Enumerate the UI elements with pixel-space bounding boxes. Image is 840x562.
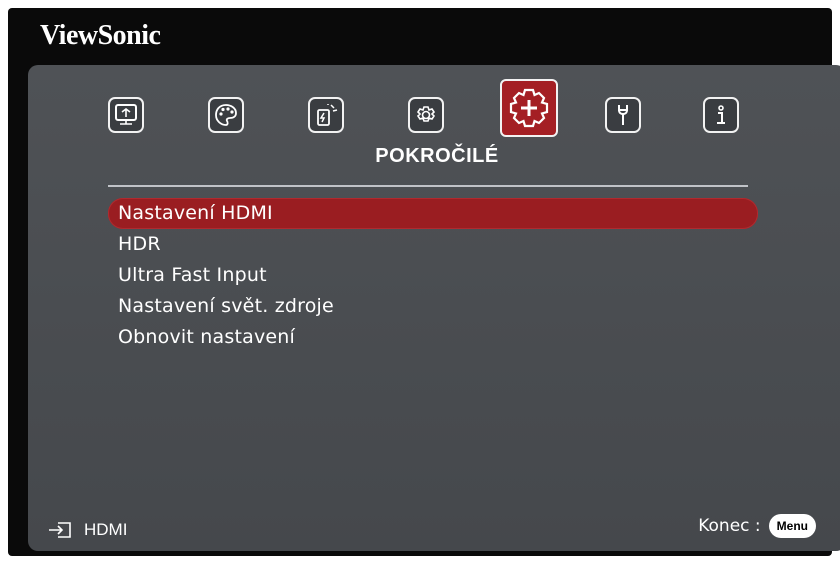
tab-basic[interactable] xyxy=(408,97,444,133)
tab-power[interactable] xyxy=(308,97,344,133)
tab-divider xyxy=(108,185,748,187)
tab-info[interactable] xyxy=(703,97,739,133)
advanced-gear-icon xyxy=(509,88,549,128)
info-icon xyxy=(717,105,725,124)
menu-item-label: Nastavení HDMI xyxy=(118,202,273,224)
input-source: HDMI xyxy=(48,520,127,540)
basic-gear-icon xyxy=(416,106,436,122)
menu-item-light-source-settings[interactable]: Nastavení svět. zdroje xyxy=(108,291,758,322)
power-icon xyxy=(317,104,338,126)
menu-item-reset-settings[interactable]: Obnovit nastavení xyxy=(108,322,758,353)
osd-panel: POKROČILÉ Nastavení HDMI HDR Ultra Fast … xyxy=(28,65,840,551)
menu-item-label: HDR xyxy=(118,233,161,255)
menu-button[interactable]: Menu xyxy=(768,514,816,538)
menu-list: Nastavení HDMI HDR Ultra Fast Input Nast… xyxy=(108,198,758,353)
exit-label: Konec : xyxy=(698,516,761,536)
wrench-icon xyxy=(618,105,628,125)
exit-hint: Konec : Menu xyxy=(698,514,816,538)
display-icon xyxy=(115,104,137,125)
menu-item-hdr[interactable]: HDR xyxy=(108,229,758,260)
active-tab-title: POKROČILÉ xyxy=(375,145,499,167)
tab-advanced[interactable] xyxy=(500,79,558,137)
menu-item-label: Nastavení svět. zdroje xyxy=(118,295,334,317)
menu-item-ultra-fast-input[interactable]: Ultra Fast Input xyxy=(108,260,758,291)
menu-item-label: Ultra Fast Input xyxy=(118,264,267,286)
palette-icon xyxy=(215,104,237,126)
brand-logo: ViewSonic xyxy=(40,20,161,51)
menu-item-hdmi-settings[interactable]: Nastavení HDMI xyxy=(108,198,758,229)
input-source-label: HDMI xyxy=(84,520,128,539)
osd-frame: ViewSonic POKROČILÉ Nastavení HDMI HDR U… xyxy=(8,8,840,556)
tab-color[interactable] xyxy=(208,97,244,133)
input-source-icon xyxy=(49,522,71,538)
tab-display[interactable] xyxy=(108,97,144,133)
tab-system[interactable] xyxy=(605,97,641,133)
menu-item-label: Obnovit nastavení xyxy=(118,326,296,348)
